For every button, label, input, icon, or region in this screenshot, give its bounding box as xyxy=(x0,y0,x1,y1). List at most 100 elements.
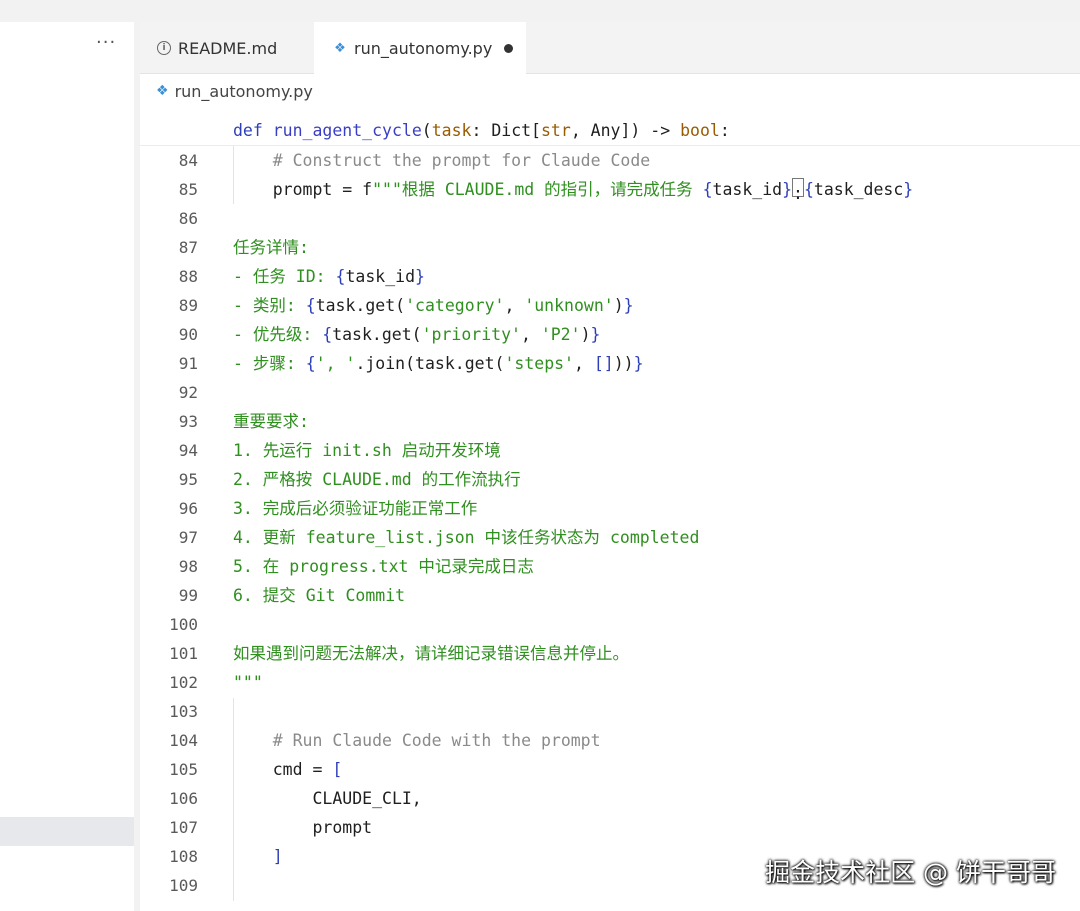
code-line[interactable]: 99 6. 提交 Git Commit xyxy=(140,581,1080,610)
code-token: 'unknown' xyxy=(524,296,614,315)
code-token: } xyxy=(633,354,644,373)
more-actions-icon[interactable]: ··· xyxy=(96,34,116,52)
code-token: 'steps' xyxy=(504,354,574,373)
line-source: 4. 更新 feature_list.json 中该任务状态为 complete… xyxy=(233,523,699,552)
line-source: 任务详情: xyxy=(233,233,309,262)
line-source: - 类别: {task.get('category', 'unknown')} xyxy=(233,291,634,320)
code-line[interactable]: 85 prompt = f"""根据 CLAUDE.md 的指引，请完成任务 {… xyxy=(140,175,1080,204)
tab-label: README.md xyxy=(178,38,278,58)
python-icon: ❖ xyxy=(156,83,169,99)
line-number: 97 xyxy=(178,528,198,547)
line-number: 87 xyxy=(178,238,198,257)
code-token: cmd = xyxy=(233,760,333,779)
line-source: - 任务 ID: {task_id} xyxy=(233,262,425,291)
code-line[interactable]: 88 - 任务 ID: {task_id} xyxy=(140,262,1080,291)
code-line[interactable]: 102 """ xyxy=(140,668,1080,697)
line-source: """ xyxy=(233,668,263,697)
line-number: 88 xyxy=(178,267,198,286)
code-line[interactable]: 89 - 类别: {task.get('category', 'unknown')… xyxy=(140,291,1080,320)
code-token: task_desc xyxy=(813,180,904,199)
code-token: 6. 提交 Git Commit xyxy=(233,586,406,605)
code-line[interactable]: 98 5. 在 progress.txt 中记录完成日志 xyxy=(140,552,1080,581)
function-signature: def run_agent_cycle(task: Dict[str, Any]… xyxy=(233,121,730,140)
code-line[interactable]: 92 xyxy=(140,378,1080,407)
code-token: CLAUDE_CLI, xyxy=(233,789,422,808)
line-number: 85 xyxy=(178,180,198,199)
code-line[interactable]: 97 4. 更新 feature_list.json 中该任务状态为 comple… xyxy=(140,523,1080,552)
code-token: prompt = f xyxy=(233,180,373,199)
code-token: 5. 在 progress.txt 中记录完成日志 xyxy=(233,557,534,576)
code-token: { xyxy=(702,180,713,199)
line-number: 92 xyxy=(178,383,198,402)
unsaved-changes-dot[interactable] xyxy=(504,44,514,53)
code-token: task.get( xyxy=(332,325,422,344)
code-token: , xyxy=(574,354,594,373)
code-token: .join(task.get( xyxy=(355,354,505,373)
code-token: } xyxy=(782,180,793,199)
code-token: task_id xyxy=(712,180,783,199)
line-source: - 优先级: {task.get('priority', 'P2')} xyxy=(233,320,600,349)
line-source: 5. 在 progress.txt 中记录完成日志 xyxy=(233,552,534,581)
line-source: 2. 严格按 CLAUDE.md 的工作流执行 xyxy=(233,465,521,494)
breadcrumb[interactable]: ❖ run_autonomy.py xyxy=(156,80,313,102)
line-number: 103 xyxy=(169,702,198,721)
code-token: # Run Claude Code with the prompt xyxy=(233,731,601,750)
selected-explorer-row[interactable] xyxy=(0,817,134,846)
line-source: cmd = [ xyxy=(233,755,343,784)
line-number: 100 xyxy=(169,615,198,634)
code-token: """根据 CLAUDE.md 的指引，请完成任务 xyxy=(372,180,703,199)
code-token: 任务详情: xyxy=(233,238,309,257)
code-line[interactable]: 87 任务详情: xyxy=(140,233,1080,262)
code-line[interactable]: 94 1. 先运行 init.sh 启动开发环境 xyxy=(140,436,1080,465)
code-token: } xyxy=(903,180,914,199)
code-token: 'priority' xyxy=(421,325,521,344)
code-token: 'P2' xyxy=(540,325,581,344)
info-icon: i xyxy=(156,41,172,55)
code-line[interactable]: 101 如果遇到问题无法解决，请详细记录错误信息并停止。 xyxy=(140,639,1080,668)
code-line[interactable]: 90 - 优先级: {task.get('priority', 'P2')} xyxy=(140,320,1080,349)
code-token: { xyxy=(803,180,814,199)
line-number: 89 xyxy=(178,296,198,315)
tab-run-autonomy[interactable]: ❖ run_autonomy.py xyxy=(314,22,526,75)
line-source: prompt xyxy=(233,813,372,842)
code-line[interactable]: 91 - 步骤: {', '.join(task.get('steps', [])… xyxy=(140,349,1080,378)
line-source: 1. 先运行 init.sh 启动开发环境 xyxy=(233,436,501,465)
line-number: 94 xyxy=(178,441,198,460)
code-token: 'category' xyxy=(405,296,505,315)
code-token: { xyxy=(335,267,346,286)
code-line[interactable]: 84 # Construct the prompt for Claude Cod… xyxy=(140,146,1080,175)
line-source: - 步骤: {', '.join(task.get('steps', []))} xyxy=(233,349,644,378)
code-line[interactable]: 104 # Run Claude Code with the prompt xyxy=(140,726,1080,755)
code-line[interactable]: 93 重要要求: xyxy=(140,407,1080,436)
line-number: 93 xyxy=(178,412,198,431)
code-line[interactable]: 105 cmd = [ xyxy=(140,755,1080,784)
line-number: 106 xyxy=(169,789,198,808)
code-token: , xyxy=(504,296,525,315)
code-token: """ xyxy=(233,673,263,692)
code-line[interactable]: 107 prompt xyxy=(140,813,1080,842)
code-area[interactable]: 84 # Construct the prompt for Claude Cod… xyxy=(140,146,1080,900)
code-line[interactable]: 103 xyxy=(140,697,1080,726)
code-token: { xyxy=(305,296,316,315)
sticky-scroll-header[interactable]: def run_agent_cycle(task: Dict[str, Any]… xyxy=(140,116,1080,146)
code-line[interactable]: 100 xyxy=(140,610,1080,639)
line-number: 96 xyxy=(178,499,198,518)
code-token: 1. 先运行 init.sh 启动开发环境 xyxy=(233,441,501,460)
code-token: 3. 完成后必须验证功能正常工作 xyxy=(233,499,478,518)
breadcrumb-file: run_autonomy.py xyxy=(174,81,313,101)
tab-readme[interactable]: i README.md xyxy=(140,22,314,74)
code-line[interactable]: 106 CLAUDE_CLI, xyxy=(140,784,1080,813)
line-number: 95 xyxy=(178,470,198,489)
editor: i README.md ❖ run_autonomy.py ❖ run_auto… xyxy=(140,22,1080,911)
code-token: # Construct the prompt for Claude Code xyxy=(233,151,651,170)
line-source: 如果遇到问题无法解决，请详细记录错误信息并停止。 xyxy=(233,639,629,668)
line-number: 84 xyxy=(178,151,198,170)
code-line[interactable]: 86 xyxy=(140,204,1080,233)
code-line[interactable]: 95 2. 严格按 CLAUDE.md 的工作流执行 xyxy=(140,465,1080,494)
line-source: ] xyxy=(233,842,283,871)
code-line[interactable]: 96 3. 完成后必须验证功能正常工作 xyxy=(140,494,1080,523)
line-source: 重要要求: xyxy=(233,407,309,436)
code-token: } xyxy=(415,267,425,286)
line-number: 101 xyxy=(169,644,198,663)
code-token: ] xyxy=(233,847,283,866)
